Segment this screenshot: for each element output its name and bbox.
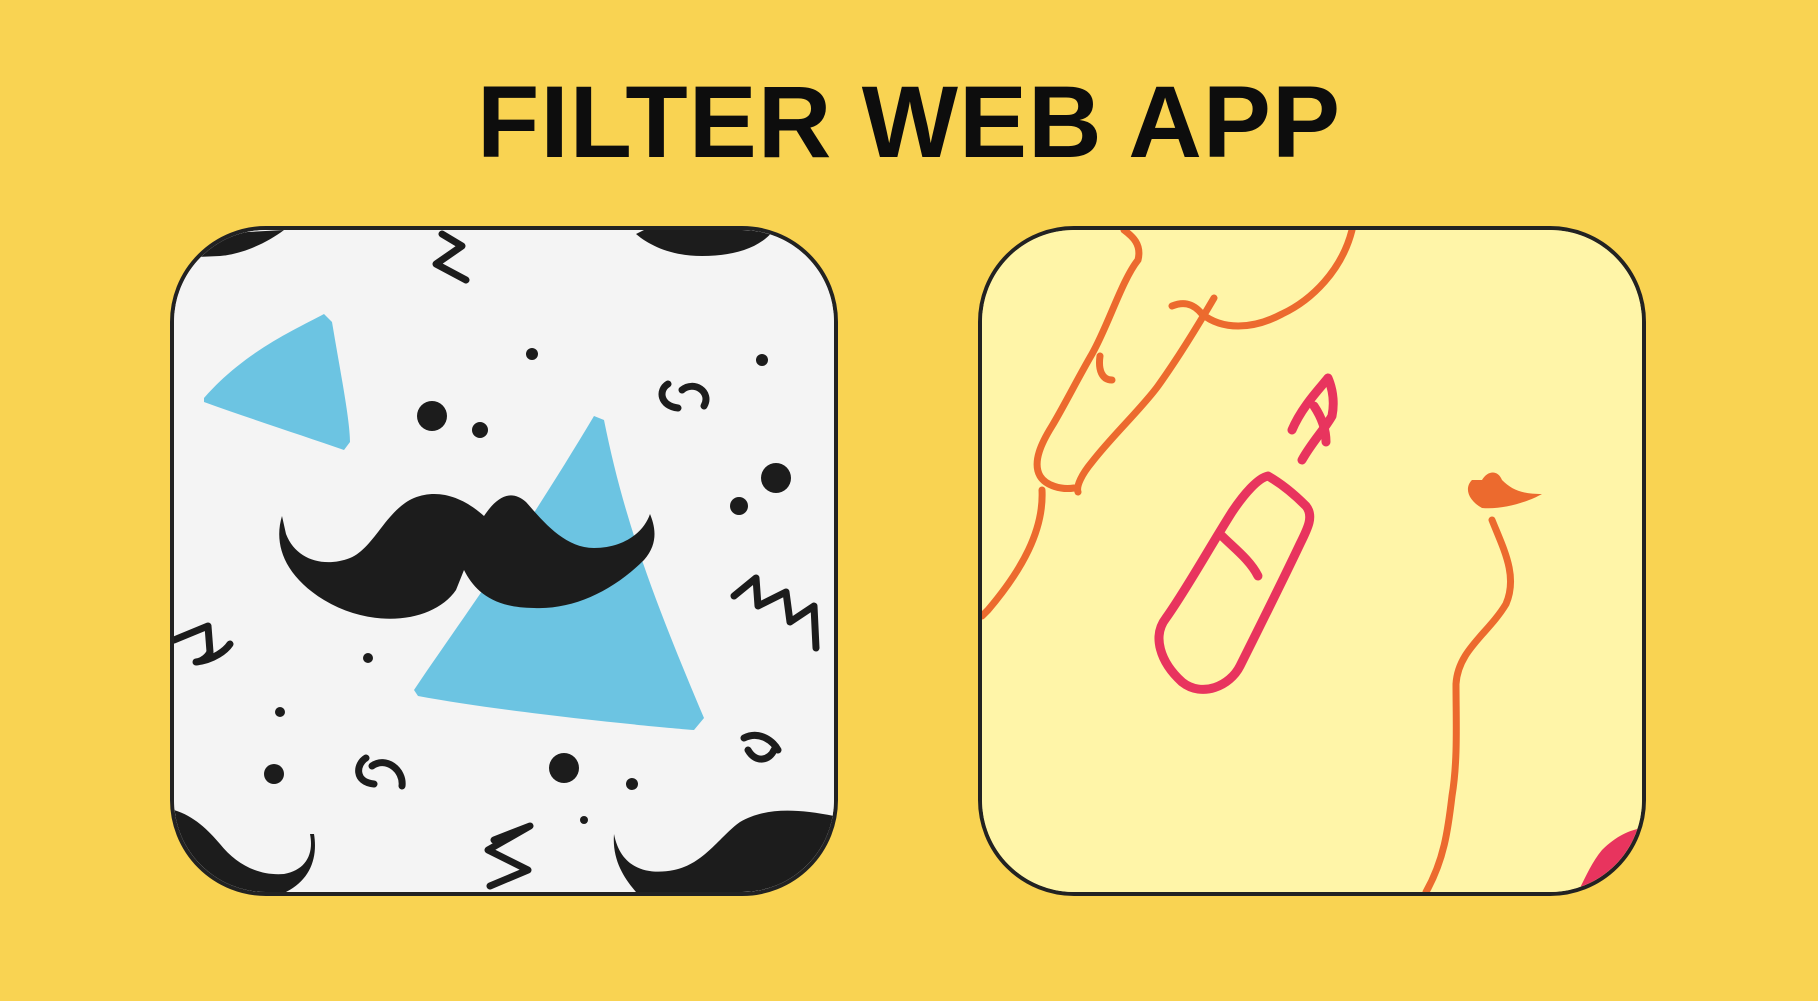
- card-background: [982, 230, 1642, 892]
- dot-shape: [472, 422, 488, 438]
- mustache-pattern-icon: [174, 230, 834, 892]
- dot-shape: [264, 764, 284, 784]
- dot-shape: [730, 497, 748, 515]
- dot-shape: [363, 653, 373, 663]
- dot-shape: [526, 348, 538, 360]
- filter-card-mustache[interactable]: [170, 226, 838, 896]
- dot-shape: [761, 463, 791, 493]
- lipstick-pattern-icon: [982, 230, 1642, 892]
- app-page: FILTER WEB APP: [0, 0, 1818, 1001]
- dot-shape: [275, 707, 285, 717]
- dot-shape: [580, 816, 588, 824]
- page-title: FILTER WEB APP: [477, 65, 1341, 179]
- filter-card-lipstick[interactable]: [978, 226, 1646, 896]
- dot-shape: [549, 753, 579, 783]
- dot-shape: [756, 354, 768, 366]
- dot-shape: [626, 778, 638, 790]
- dot-shape: [417, 401, 447, 431]
